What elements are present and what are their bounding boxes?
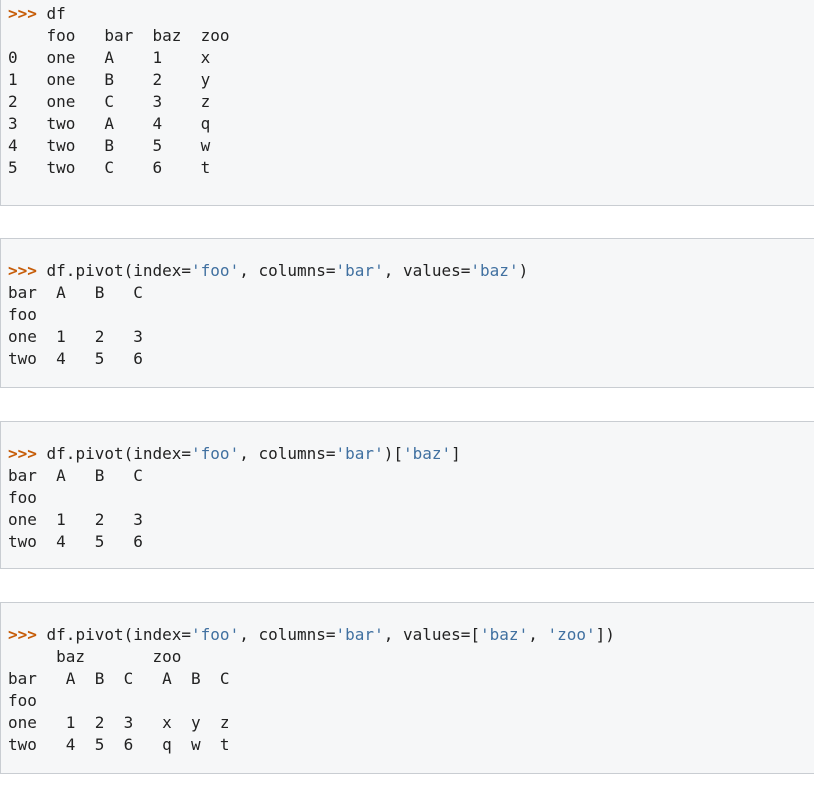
code-block-df: >>> df foo bar baz zoo 0 one A 1 x 1 one B… <box>0 0 814 206</box>
output-line: bar A B C <box>8 283 143 302</box>
code-fragment: , columns= <box>239 444 336 463</box>
output-line: baz zoo <box>8 647 182 666</box>
string-literal: 'foo' <box>191 444 240 463</box>
code-fragment: , values=[ <box>383 625 481 644</box>
string-literal: 'baz' <box>402 444 452 463</box>
output-line: 2 one C 3 z <box>8 92 211 111</box>
code-fragment: ) <box>518 261 529 280</box>
prompt-marker: >>> <box>8 261 37 280</box>
code-block-content: >>> df foo bar baz zoo 0 one A 1 x 1 one B… <box>1 0 814 179</box>
code-fragment: , <box>528 625 548 644</box>
output-line: two 4 5 6 <box>8 532 143 551</box>
output-line: foo bar baz zoo <box>8 26 230 45</box>
code-block-pivot-multi-values: >>> df.pivot(index='foo', columns='bar',… <box>0 602 814 774</box>
prompt-marker: >>> <box>8 444 37 463</box>
string-literal: 'zoo' <box>547 625 596 644</box>
output-line: one 1 2 3 x y z <box>8 713 230 732</box>
code-block-pivot-values: >>> df.pivot(index='foo', columns='bar',… <box>0 238 814 388</box>
code-fragment: df <box>36 4 66 23</box>
code-block-content: >>> df.pivot(index='foo', columns='bar',… <box>1 239 814 370</box>
output-line: bar A B C A B C <box>8 669 230 688</box>
output-line: 0 one A 1 x <box>8 48 211 67</box>
output-line: 4 two B 5 w <box>8 136 211 155</box>
code-fragment: ]) <box>595 625 615 644</box>
output-line: two 4 5 6 <box>8 349 143 368</box>
code-fragment: df.pivot(index= <box>36 261 192 280</box>
prompt-marker: >>> <box>8 4 37 23</box>
string-literal: 'baz' <box>480 625 529 644</box>
string-literal: 'foo' <box>191 625 240 644</box>
string-literal: 'foo' <box>191 261 240 280</box>
output-line: 1 one B 2 y <box>8 70 211 89</box>
output-line: one 1 2 3 <box>8 510 143 529</box>
prompt-marker: >>> <box>8 625 37 644</box>
code-block-pivot-select: >>> df.pivot(index='foo', columns='bar')… <box>0 421 814 569</box>
output-line: foo <box>8 305 37 324</box>
string-literal: 'bar' <box>335 261 384 280</box>
output-line: 3 two A 4 q <box>8 114 211 133</box>
code-block-content: >>> df.pivot(index='foo', columns='bar',… <box>1 603 814 756</box>
code-fragment: )[ <box>383 444 403 463</box>
output-line: foo <box>8 691 37 710</box>
output-line: 5 two C 6 t <box>8 158 211 177</box>
string-literal: 'bar' <box>335 625 384 644</box>
code-fragment: ] <box>451 444 461 463</box>
output-line: two 4 5 6 q w t <box>8 735 230 754</box>
code-fragment: , columns= <box>239 261 336 280</box>
output-line: one 1 2 3 <box>8 327 143 346</box>
string-literal: 'baz' <box>470 261 519 280</box>
code-block-content: >>> df.pivot(index='foo', columns='bar')… <box>1 422 814 553</box>
string-literal: 'bar' <box>335 444 384 463</box>
code-fragment: df.pivot(index= <box>36 625 192 644</box>
code-fragment: , columns= <box>239 625 336 644</box>
code-fragment: , values= <box>383 261 471 280</box>
output-line: bar A B C <box>8 466 143 485</box>
output-line: foo <box>8 488 37 507</box>
code-fragment: df.pivot(index= <box>36 444 192 463</box>
